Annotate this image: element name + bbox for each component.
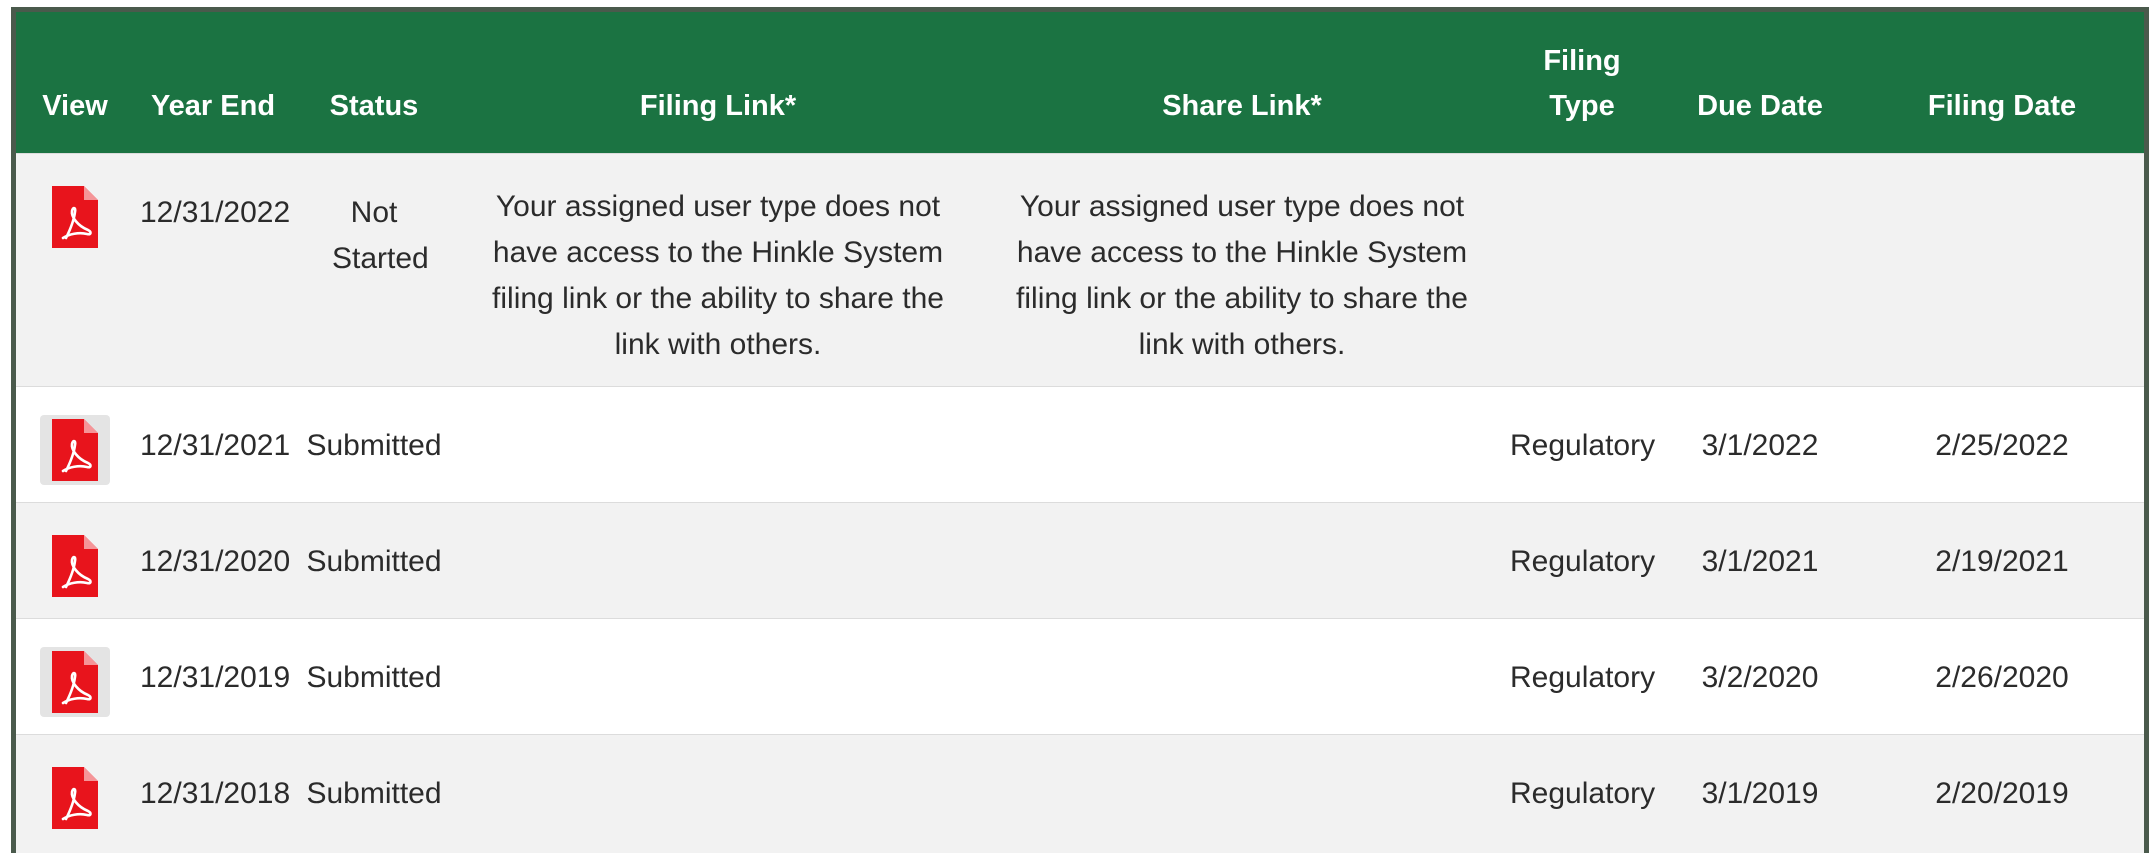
filing-link-cell xyxy=(456,385,980,502)
header-view: View xyxy=(42,89,108,122)
header-year-end: Year End xyxy=(150,89,276,122)
filing-link-cell: Your assigned user type does not have ac… xyxy=(456,152,980,386)
pdf-file-icon xyxy=(52,185,98,248)
due-date-cell: 3/2/2020 xyxy=(1660,617,1860,734)
header-share-link: Share Link* xyxy=(1162,89,1322,122)
filing-date-cell xyxy=(1860,152,2144,386)
status-cell: Submitted xyxy=(292,385,456,502)
table-body: 12/31/2022 Not Started Your assigned use… xyxy=(16,152,2144,853)
filing-date-cell: 2/20/2019 xyxy=(1860,733,2144,853)
header-filing-date: Filing Date xyxy=(1927,89,2077,122)
filing-type-cell: Regulatory xyxy=(1504,385,1660,502)
filing-type-cell: Regulatory xyxy=(1504,501,1660,618)
year-end-cell: 12/31/2018 xyxy=(134,733,292,853)
status-cell: Submitted xyxy=(292,733,456,853)
table-row: 12/31/2022 Not Started Your assigned use… xyxy=(16,152,2144,386)
status-cell: Submitted xyxy=(292,501,456,618)
filing-type-cell xyxy=(1504,152,1660,386)
pdf-file-icon xyxy=(52,650,98,713)
share-link-cell xyxy=(980,617,1504,734)
year-end-cell: 12/31/2019 xyxy=(134,617,292,734)
year-end-cell: 12/31/2021 xyxy=(134,385,292,502)
due-date-cell: 3/1/2022 xyxy=(1660,385,1860,502)
share-link-cell xyxy=(980,385,1504,502)
view-cell xyxy=(16,733,134,853)
share-link-cell xyxy=(980,501,1504,618)
table-row: 12/31/2021 Submitted Regulatory 3/1/2022… xyxy=(16,385,2144,502)
year-end-cell: 12/31/2020 xyxy=(134,501,292,618)
due-date-cell: 3/1/2019 xyxy=(1660,733,1860,853)
view-pdf-button[interactable] xyxy=(40,763,110,833)
filing-date-cell: 2/25/2022 xyxy=(1860,385,2144,502)
header-status: Status xyxy=(329,89,419,122)
pdf-file-icon xyxy=(52,418,98,481)
table-row: 12/31/2020 Submitted Regulatory 3/1/2021… xyxy=(16,501,2144,618)
filing-link-cell xyxy=(456,617,980,734)
header-due-date: Due Date xyxy=(1697,89,1823,122)
filing-type-cell: Regulatory xyxy=(1504,617,1660,734)
pdf-file-icon xyxy=(52,534,98,597)
view-cell xyxy=(16,385,134,502)
header-row: View Year End Status Filing Link* Share … xyxy=(16,12,2144,153)
filings-table-container: View Year End Status Filing Link* Share … xyxy=(11,7,2149,853)
pdf-file-icon xyxy=(52,766,98,829)
filing-link-cell xyxy=(456,733,980,853)
table-row: 12/31/2019 Submitted Regulatory 3/2/2020… xyxy=(16,617,2144,734)
table-header: View Year End Status Filing Link* Share … xyxy=(16,12,2144,153)
filing-type-cell: Regulatory xyxy=(1504,733,1660,853)
due-date-cell: 3/1/2021 xyxy=(1660,501,1860,618)
filing-date-cell: 2/26/2020 xyxy=(1860,617,2144,734)
view-cell xyxy=(16,501,134,618)
filing-date-cell: 2/19/2021 xyxy=(1860,501,2144,618)
view-cell xyxy=(16,617,134,734)
table-row: 12/31/2018 Submitted Regulatory 3/1/2019… xyxy=(16,733,2144,853)
filings-table: View Year End Status Filing Link* Share … xyxy=(16,12,2144,853)
share-link-cell xyxy=(980,733,1504,853)
view-pdf-button[interactable] xyxy=(40,182,110,252)
filing-link-cell xyxy=(456,501,980,618)
view-pdf-button[interactable] xyxy=(40,414,110,485)
view-pdf-button[interactable] xyxy=(40,646,110,717)
status-cell: Not Started xyxy=(292,152,456,386)
view-cell xyxy=(16,152,134,386)
view-pdf-button[interactable] xyxy=(40,531,110,601)
header-filing-type: Filing Type xyxy=(1543,44,1621,122)
header-filing-link: Filing Link* xyxy=(639,89,797,122)
status-cell: Submitted xyxy=(292,617,456,734)
year-end-cell: 12/31/2022 xyxy=(134,152,292,386)
share-link-cell: Your assigned user type does not have ac… xyxy=(980,152,1504,386)
due-date-cell xyxy=(1660,152,1860,386)
